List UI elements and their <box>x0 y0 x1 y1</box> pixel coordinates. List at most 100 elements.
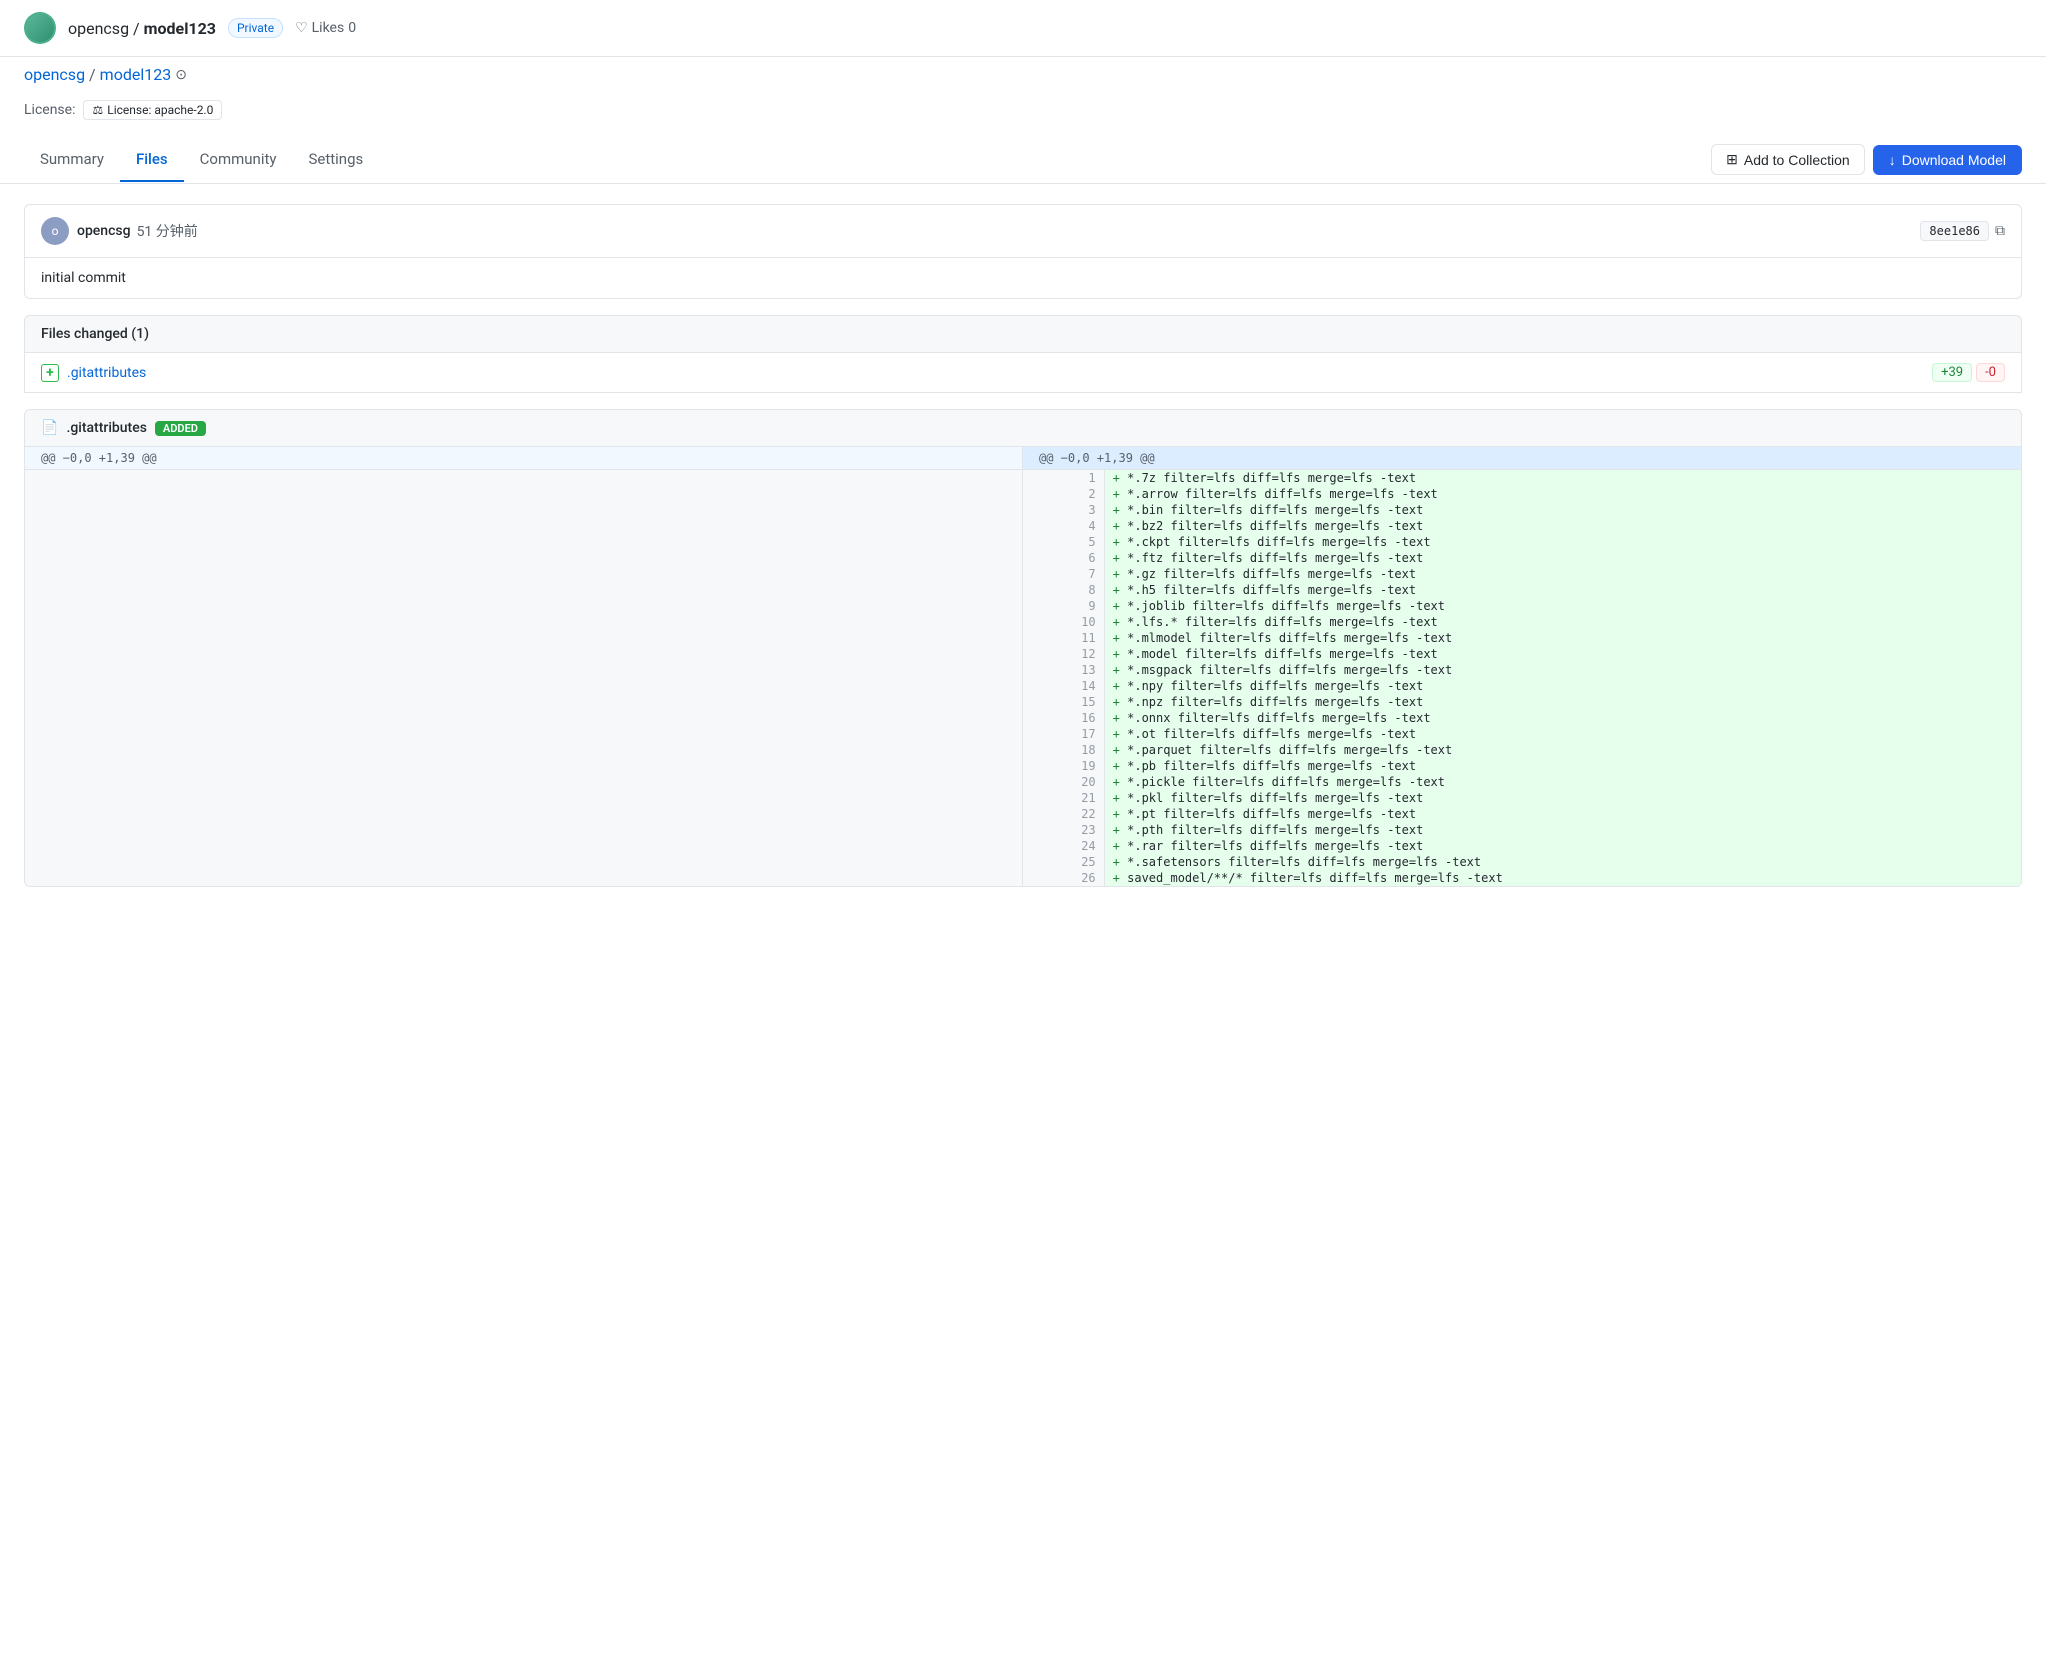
diff-new-panel: @@ −0,0 +1,39 @@ 1 + *.7z filter=lfs dif… <box>1023 447 2021 886</box>
commit-hash: 8ee1e86 <box>1920 221 1989 241</box>
line-number: 19 <box>1023 758 1104 774</box>
line-content: + *.msgpack filter=lfs diff=lfs merge=lf… <box>1104 662 2021 678</box>
avatar: o <box>41 217 69 245</box>
download-icon: ↓ <box>1889 152 1896 168</box>
repo-identifier: opencsg / model123 <box>68 19 216 38</box>
breadcrumb-repo[interactable]: model123 <box>100 65 172 84</box>
breadcrumb: opencsg / model123 ⊙ <box>0 57 2046 92</box>
commit-meta: opencsg 51 分钟前 <box>77 221 198 241</box>
file-name[interactable]: .gitattributes <box>67 365 146 381</box>
line-content: + *.pkl filter=lfs diff=lfs merge=lfs -t… <box>1104 790 2021 806</box>
tab-settings[interactable]: Settings <box>292 138 379 182</box>
stat-removed: -0 <box>1976 363 2005 382</box>
diff-old-panel: @@ −0,0 +1,39 @@ <box>25 447 1023 886</box>
line-number: 18 <box>1023 742 1104 758</box>
diff-line-row: 19 + *.pb filter=lfs diff=lfs merge=lfs … <box>1023 758 2021 774</box>
commit-time: 51 分钟前 <box>137 221 198 241</box>
diff-line-row: 12 + *.model filter=lfs diff=lfs merge=l… <box>1023 646 2021 662</box>
file-row: + .gitattributes +39 -0 <box>24 353 2022 393</box>
collection-button-label: Add to Collection <box>1744 152 1850 168</box>
tab-summary[interactable]: Summary <box>24 138 120 182</box>
copy-hash-icon[interactable]: ⧉ <box>1995 223 2005 239</box>
license-badge: ⚖ License: apache-2.0 <box>83 100 222 120</box>
line-content: + *.parquet filter=lfs diff=lfs merge=lf… <box>1104 742 2021 758</box>
line-number: 23 <box>1023 822 1104 838</box>
diff-line-row: 2 + *.arrow filter=lfs diff=lfs merge=lf… <box>1023 486 2021 502</box>
line-number: 26 <box>1023 870 1104 886</box>
line-number: 2 <box>1023 486 1104 502</box>
add-to-collection-button[interactable]: ⊞ Add to Collection <box>1711 144 1865 175</box>
diff-line-row: 8 + *.h5 filter=lfs diff=lfs merge=lfs -… <box>1023 582 2021 598</box>
line-number: 22 <box>1023 806 1104 822</box>
diff-line-row: 3 + *.bin filter=lfs diff=lfs merge=lfs … <box>1023 502 2021 518</box>
line-content: + *.pb filter=lfs diff=lfs merge=lfs -te… <box>1104 758 2021 774</box>
likes-container[interactable]: ♡ Likes 0 <box>295 20 356 36</box>
line-number: 9 <box>1023 598 1104 614</box>
download-button-label: Download Model <box>1902 152 2006 168</box>
line-number: 16 <box>1023 710 1104 726</box>
diff-line-row: 9 + *.joblib filter=lfs diff=lfs merge=l… <box>1023 598 2021 614</box>
diff-container: 📄 .gitattributes ADDED @@ −0,0 +1,39 @@ … <box>24 409 2022 887</box>
license-icon: ⚖ <box>92 103 103 117</box>
likes-label: Likes <box>312 20 345 36</box>
tab-files[interactable]: Files <box>120 138 184 182</box>
line-content: + *.npz filter=lfs diff=lfs merge=lfs -t… <box>1104 694 2021 710</box>
line-number: 10 <box>1023 614 1104 630</box>
line-content: + *.pt filter=lfs diff=lfs merge=lfs -te… <box>1104 806 2021 822</box>
diff-line-row: 11 + *.mlmodel filter=lfs diff=lfs merge… <box>1023 630 2021 646</box>
breadcrumb-user[interactable]: opencsg <box>24 65 85 84</box>
avatar-initials: o <box>52 224 59 238</box>
copy-icon[interactable]: ⊙ <box>175 67 187 83</box>
stat-added: +39 <box>1932 363 1972 382</box>
line-number: 20 <box>1023 774 1104 790</box>
line-content: + *.joblib filter=lfs diff=lfs merge=lfs… <box>1104 598 2021 614</box>
line-number: 17 <box>1023 726 1104 742</box>
line-content: + *.lfs.* filter=lfs diff=lfs merge=lfs … <box>1104 614 2021 630</box>
line-content: + *.ot filter=lfs diff=lfs merge=lfs -te… <box>1104 726 2021 742</box>
files-changed-bar: Files changed (1) <box>24 315 2022 353</box>
line-content: + *.model filter=lfs diff=lfs merge=lfs … <box>1104 646 2021 662</box>
line-content: + *.ftz filter=lfs diff=lfs merge=lfs -t… <box>1104 550 2021 566</box>
repo-name: model123 <box>144 19 216 38</box>
page-header: opencsg / model123 Private ♡ Likes 0 <box>0 0 2046 57</box>
line-content: + *.npy filter=lfs diff=lfs merge=lfs -t… <box>1104 678 2021 694</box>
tab-actions: ⊞ Add to Collection ↓ Download Model <box>1711 136 2022 183</box>
diff-line-row: 18 + *.parquet filter=lfs diff=lfs merge… <box>1023 742 2021 758</box>
collection-icon: ⊞ <box>1726 151 1738 168</box>
license-label: License: <box>24 102 75 118</box>
diff-line-row: 22 + *.pt filter=lfs diff=lfs merge=lfs … <box>1023 806 2021 822</box>
file-info: + .gitattributes <box>41 364 146 382</box>
line-content: + saved_model/**/* filter=lfs diff=lfs m… <box>1104 870 2021 886</box>
line-content: + *.arrow filter=lfs diff=lfs merge=lfs … <box>1104 486 2021 502</box>
download-model-button[interactable]: ↓ Download Model <box>1873 145 2022 175</box>
line-number: 1 <box>1023 470 1104 486</box>
tab-community[interactable]: Community <box>184 138 293 182</box>
diff-line-row: 20 + *.pickle filter=lfs diff=lfs merge=… <box>1023 774 2021 790</box>
commit-author: o opencsg 51 分钟前 <box>41 217 198 245</box>
commit-message: initial commit <box>24 258 2022 299</box>
line-number: 6 <box>1023 550 1104 566</box>
line-content: + *.rar filter=lfs diff=lfs merge=lfs -t… <box>1104 838 2021 854</box>
diff-line-row: 17 + *.ot filter=lfs diff=lfs merge=lfs … <box>1023 726 2021 742</box>
diff-lines-table: 1 + *.7z filter=lfs diff=lfs merge=lfs -… <box>1023 470 2021 886</box>
line-content: + *.bz2 filter=lfs diff=lfs merge=lfs -t… <box>1104 518 2021 534</box>
line-content: + *.pth filter=lfs diff=lfs merge=lfs -t… <box>1104 822 2021 838</box>
line-number: 14 <box>1023 678 1104 694</box>
private-badge: Private <box>228 18 283 38</box>
file-added-icon: + <box>41 364 59 382</box>
diff-line-row: 21 + *.pkl filter=lfs diff=lfs merge=lfs… <box>1023 790 2021 806</box>
line-content: + *.gz filter=lfs diff=lfs merge=lfs -te… <box>1104 566 2021 582</box>
logo <box>24 12 56 44</box>
line-content: + *.bin filter=lfs diff=lfs merge=lfs -t… <box>1104 502 2021 518</box>
diff-hunk-left: @@ −0,0 +1,39 @@ <box>25 447 1022 470</box>
tabs: Summary Files Community Settings <box>24 138 379 182</box>
diff-filename: .gitattributes <box>66 420 146 436</box>
commit-username: opencsg <box>77 223 131 239</box>
line-content: + *.onnx filter=lfs diff=lfs merge=lfs -… <box>1104 710 2021 726</box>
line-number: 21 <box>1023 790 1104 806</box>
line-number: 15 <box>1023 694 1104 710</box>
line-number: 25 <box>1023 854 1104 870</box>
line-number: 13 <box>1023 662 1104 678</box>
diff-hunk-right: @@ −0,0 +1,39 @@ <box>1023 447 2021 470</box>
diff-line-row: 25 + *.safetensors filter=lfs diff=lfs m… <box>1023 854 2021 870</box>
